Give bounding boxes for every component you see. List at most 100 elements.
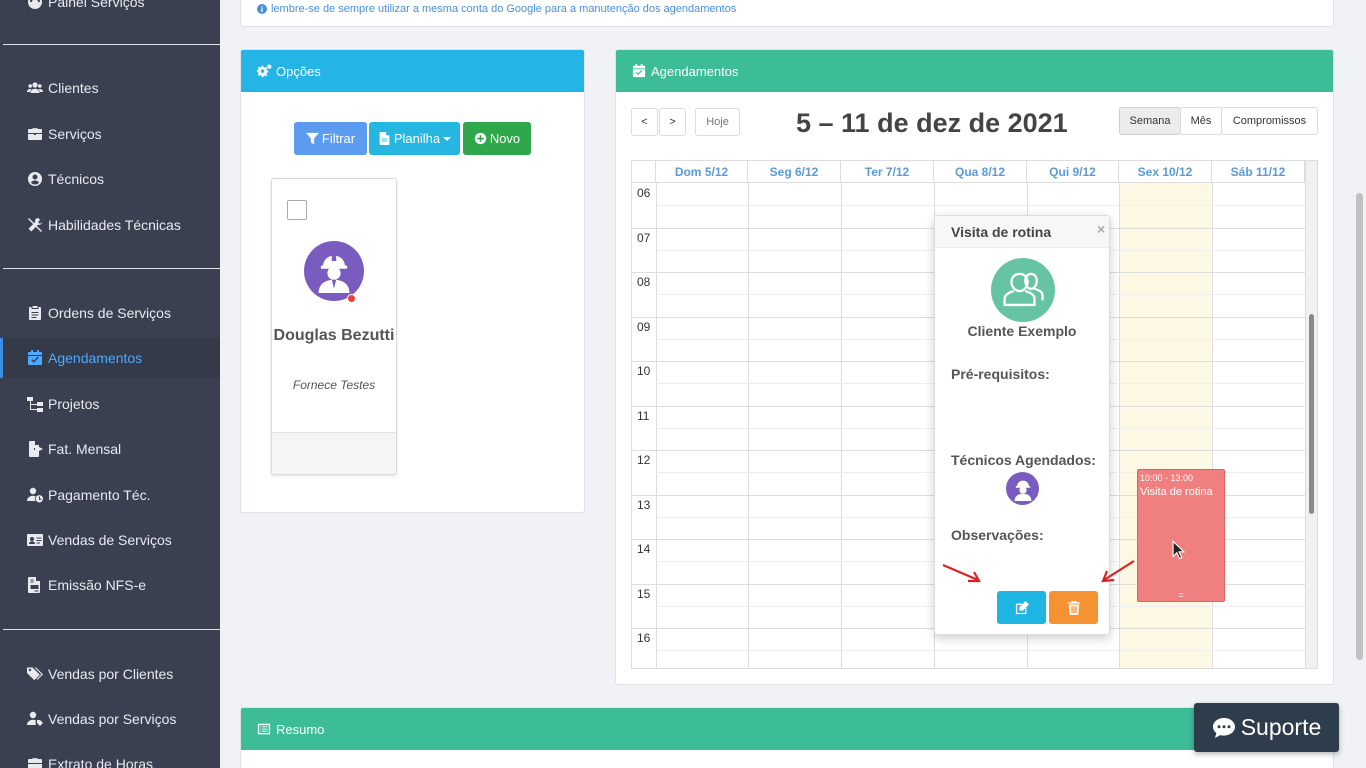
calendar-event[interactable]: 10:00 - 13:00 Visita de rotina = [1137,469,1225,602]
hour-label: 14 [637,542,651,556]
support-button[interactable]: Suporte [1194,703,1339,752]
calendar-scrollbar-thumb[interactable] [1309,314,1314,514]
worker-icon [1014,480,1031,501]
new-button[interactable]: Novo [463,122,531,155]
event-resize-handle[interactable]: = [1138,590,1224,600]
day-header[interactable]: Qua 8/12 [934,161,1027,183]
plus-circle-icon [474,132,486,145]
sidebar-item-label: Emissão NFS-e [48,577,147,593]
page-scrollbar-thumb[interactable] [1356,193,1363,660]
mouse-cursor-icon [1172,540,1185,560]
day-header[interactable]: Qui 9/12 [1027,161,1119,183]
view-appointments-button[interactable]: Compromissos [1221,107,1318,135]
hour-label: 09 [637,319,651,334]
technician-card[interactable]: Douglas Bezutti Fornece Testes [271,178,397,475]
technician-checkbox[interactable] [287,200,307,220]
sidebar-item-extrato-de-horas[interactable]: Extrato de Horas [0,744,220,768]
sidebar-item-vendas-por-clientes[interactable]: Vendas por Clientes [0,654,220,694]
popover-header: Visita de rotina × [935,216,1109,248]
briefcase-clock-icon [26,756,44,768]
sidebar-item-label: Habilidades Técnicas [48,217,181,233]
trash-icon [1067,600,1080,615]
edit-button[interactable] [997,591,1046,624]
sidebar-item-label: Ordens de Serviços [48,305,171,321]
sidebar-item-label: Pagamento Téc. [48,487,151,503]
sidebar-item-vendas-por-servicos[interactable]: Vendas por Serviços [0,699,220,739]
cogs-icon [256,64,272,78]
technician-card-footer [272,432,396,474]
chat-icon [1212,717,1235,738]
sidebar-item-fat-mensal[interactable]: Fat. Mensal [0,429,220,469]
sidebar-item-label: Vendas de Serviços [48,532,172,548]
prerequisites-label: Pré-requisitos: [951,366,1050,382]
sidebar-item-clientes[interactable]: Clientes [0,68,220,108]
edit-icon [1015,600,1029,614]
today-button[interactable]: Hoje [695,108,740,136]
sidebar-item-pagamento-tec[interactable]: Pagamento Téc. [0,475,220,515]
sidebar-item-label: Extrato de Horas [48,756,154,768]
day-header[interactable]: Seg 6/12 [748,161,841,183]
summary-panel: Resumo [240,707,1334,768]
schedule-panel-header: Agendamentos [616,50,1333,92]
sidebar-item-tecnicos[interactable]: Técnicos [0,159,220,199]
hour-label: 15 [637,586,651,601]
summary-panel-header: Resumo [241,708,1333,750]
calendar-range-title: 5 – 11 de dez de 2021 [796,108,1068,138]
prev-week-button[interactable]: < [631,108,658,136]
notes-label: Observações: [951,527,1044,543]
file-icon [379,132,390,145]
client-avatar [991,258,1055,322]
hour-label: 06 [637,186,651,200]
sidebar-divider [3,44,220,45]
sidebar-divider [3,629,220,630]
view-month-button[interactable]: Mês [1180,107,1222,135]
sidebar-divider [3,268,220,269]
close-icon[interactable]: × [1097,221,1105,237]
status-dot [347,294,356,303]
hour-label: 07 [637,230,651,245]
delete-button[interactable] [1049,591,1098,624]
sidebar-item-ordens-de-servicos[interactable]: Ordens de Serviços [0,293,220,333]
sidebar-item-vendas-de-servicos[interactable]: Vendas de Serviços [0,520,220,560]
sidebar-item-label: Técnicos [48,171,105,187]
tags-icon [26,666,44,682]
notice-text: i lembre-se de sempre utilizar a mesma c… [257,3,736,15]
day-header[interactable]: Ter 7/12 [841,161,934,183]
sidebar-item-emissao-nfse[interactable]: Emissão NFS-e [0,565,220,605]
sidebar-item-painel-servicos[interactable]: Painel Serviços [0,0,220,22]
user-tag-icon [26,711,44,727]
hour-label: 13 [637,497,651,512]
time-axis-corner [632,161,656,183]
filter-button[interactable]: Filtrar [294,122,367,155]
info-icon: i [257,4,267,14]
day-header[interactable]: Sáb 11/12 [1212,161,1305,183]
day-header[interactable]: Dom 5/12 [656,161,748,183]
list-alt-icon [257,723,271,735]
half-hour-divider [656,205,1305,207]
event-time: 10:00 - 13:00 [1140,473,1194,483]
view-week-button[interactable]: Semana [1119,107,1181,135]
sidebar-item-habilidades-tecnicas[interactable]: Habilidades Técnicas [0,205,220,245]
sheet-dropdown-button[interactable]: Planilha [369,122,460,155]
sidebar-item-label: Agendamentos [48,350,143,366]
calendar-check-icon [26,350,44,366]
file-invoice-icon [26,577,44,593]
briefcase-icon [26,126,44,142]
hour-label: 08 [637,275,651,289]
technician-role: Fornece Testes [292,378,376,392]
day-header[interactable]: Sex 10/12 [1119,161,1212,183]
sidebar-item-projetos[interactable]: Projetos [0,384,220,424]
file-export-icon [26,441,44,457]
sidebar-item-label: Projetos [48,396,100,412]
sidebar-item-servicos[interactable]: Serviços [0,114,220,154]
id-card-icon [26,532,44,548]
scheduled-technician-avatar [1006,472,1039,505]
user-circle-icon [26,171,44,187]
sitemap-icon [26,396,44,412]
column-divider [748,183,749,668]
technician-name: Douglas Bezutti [273,327,395,344]
next-week-button[interactable]: > [659,108,686,136]
scheduled-technicians-label: Técnicos Agendados: [951,452,1096,468]
caret-down-icon [443,136,452,141]
sidebar-item-agendamentos[interactable]: Agendamentos [0,338,220,378]
